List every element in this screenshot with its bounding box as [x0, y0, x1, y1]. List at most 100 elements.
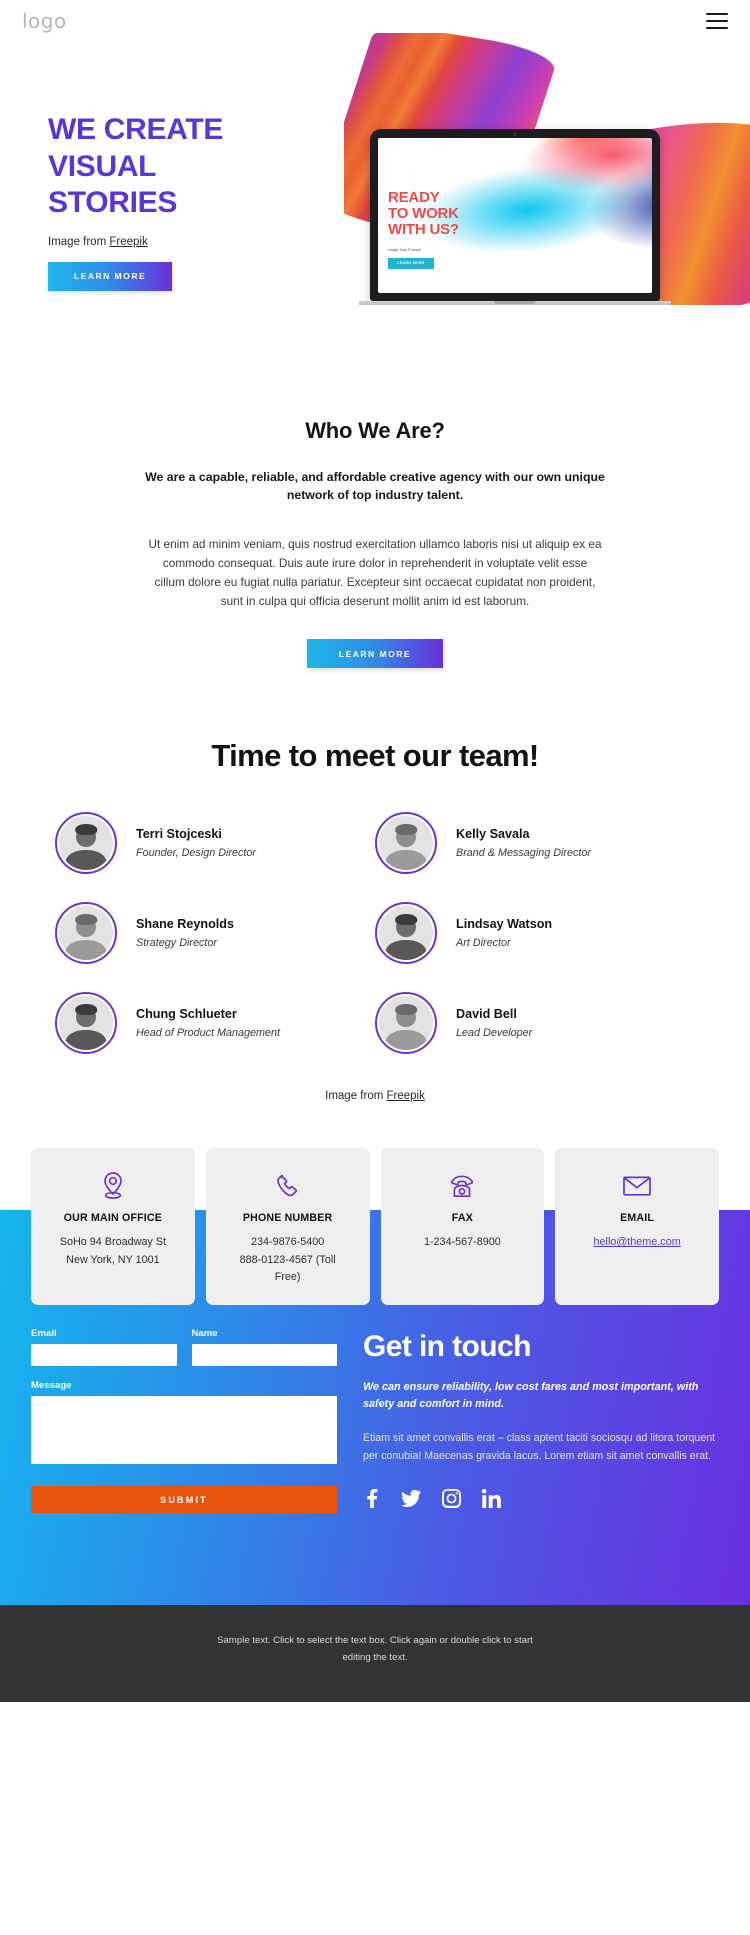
- about-lead-text: We are a capable, reliable, and affordab…: [145, 470, 605, 503]
- get-in-touch-body: Etiam sit amet convallis erat – class ap…: [363, 1431, 716, 1462]
- fax-machine-icon: [389, 1168, 537, 1204]
- team-member[interactable]: Terri Stojceski Founder, Design Director: [55, 812, 375, 875]
- hero-title-line2: VISUAL: [48, 149, 157, 183]
- team-member[interactable]: Lindsay Watson Art Director: [375, 902, 695, 965]
- hero-title-line3: STORIES: [48, 186, 178, 220]
- message-label: Message: [31, 1380, 72, 1392]
- instagram-icon[interactable]: [442, 1489, 461, 1513]
- team-member[interactable]: Kelly Savala Brand & Messaging Director: [375, 812, 695, 875]
- contact-card-title: EMAIL: [620, 1212, 655, 1225]
- envelope-icon: [563, 1168, 711, 1204]
- team-member-role: Strategy Director: [136, 937, 218, 950]
- contact-card-lines: hello@theme.com: [563, 1234, 711, 1251]
- team-member[interactable]: Shane Reynolds Strategy Director: [55, 902, 375, 965]
- contact-cards-wrapper: OUR MAIN OFFICE SoHo 94 Broadway St New …: [0, 1148, 750, 1305]
- about-learn-more-button[interactable]: LEARN MORE: [306, 639, 444, 669]
- burger-line: [706, 26, 728, 29]
- burger-line: [706, 19, 728, 23]
- hero-credit-prefix: Image from: [48, 235, 110, 248]
- screen-copy: READY TO WORK WITH US? Image from Freepi…: [388, 189, 459, 269]
- hero-copy: WE CREATE VISUAL STORIES Image from Free…: [48, 112, 368, 291]
- team-member[interactable]: David Bell Lead Developer: [375, 992, 695, 1055]
- team-member[interactable]: Chung Schlueter Head of Product Manageme…: [55, 992, 375, 1055]
- contact-card-phone: PHONE NUMBER 234-9876-5400 888-0123-4567…: [205, 1148, 370, 1305]
- map-pin-icon: [39, 1168, 187, 1204]
- screen-headline-line2: TO WORK: [388, 205, 459, 223]
- contact-line-2: 888-0123-4567 (Toll: [239, 1253, 336, 1266]
- contact-card-office: OUR MAIN OFFICE SoHo 94 Broadway St New …: [31, 1148, 195, 1305]
- team-heading: Time to meet our team!: [211, 738, 539, 774]
- contact-cards: OUR MAIN OFFICE SoHo 94 Broadway St New …: [31, 1148, 719, 1305]
- team-member-role: Art Director: [456, 937, 511, 950]
- hero-artwork: READY TO WORK WITH US? Image from Freepi…: [344, 33, 750, 305]
- team-member-role: Brand & Messaging Director: [456, 847, 592, 860]
- hero-learn-more-button[interactable]: LEARN MORE: [48, 261, 173, 291]
- avatar: [55, 992, 117, 1055]
- laptop-screen: READY TO WORK WITH US? Image from Freepi…: [378, 138, 652, 293]
- contact-card-fax: FAX 1-234-567-8900: [380, 1148, 545, 1305]
- laptop-lid: READY TO WORK WITH US? Image from Freepi…: [370, 129, 660, 301]
- contact-card-title: PHONE NUMBER: [242, 1212, 333, 1225]
- contact-card-title: OUR MAIN OFFICE: [63, 1212, 163, 1225]
- team-member-role: Lead Developer: [456, 1027, 533, 1040]
- avatar: [55, 902, 117, 965]
- team-section: Time to meet our team! Terri Stojceski F…: [0, 668, 750, 1102]
- team-member-name: David Bell: [456, 1007, 517, 1022]
- contact-card-title: FAX: [451, 1212, 473, 1225]
- screen-headline-line3: WITH US?: [388, 221, 459, 239]
- phone-handset-icon: [214, 1168, 362, 1204]
- twitter-icon[interactable]: [401, 1489, 421, 1512]
- get-in-touch-lead: We can ensure reliability, low cost fare…: [363, 1380, 699, 1410]
- hamburger-menu-icon[interactable]: [706, 13, 728, 29]
- team-image-credit: Image from Freepik: [0, 1090, 750, 1102]
- team-member-name: Lindsay Watson: [456, 917, 553, 932]
- email-label: Email: [31, 1328, 57, 1340]
- name-label: Name: [191, 1328, 218, 1340]
- laptop-mockup: READY TO WORK WITH US? Image from Freepi…: [359, 129, 671, 305]
- team-member-name: Kelly Savala: [456, 827, 530, 842]
- screen-credit: Image from Freepik: [388, 247, 421, 252]
- facebook-icon[interactable]: [363, 1489, 380, 1513]
- team-member-name: Chung Schlueter: [136, 1007, 237, 1022]
- contact-card-email: EMAIL hello@theme.com: [555, 1148, 719, 1305]
- team-grid: Terri Stojceski Founder, Design Director…: [55, 812, 695, 1055]
- team-credit-prefix: Image from: [325, 1090, 387, 1103]
- laptop-camera-icon: [513, 133, 517, 136]
- contact-form: Email Name Message SUBMIT: [31, 1328, 337, 1514]
- team-credit-link[interactable]: Freepik: [387, 1090, 425, 1102]
- email-field[interactable]: [31, 1344, 177, 1367]
- about-body-text: Ut enim ad minim veniam, quis nostrud ex…: [148, 536, 602, 609]
- hero-image-credit: Image from Freepik: [48, 236, 368, 248]
- team-member-name: Terri Stojceski: [136, 827, 222, 842]
- about-section: Who We Are? We are a capable, reliable, …: [0, 330, 750, 669]
- name-field[interactable]: [191, 1344, 337, 1367]
- linkedin-icon[interactable]: [481, 1489, 501, 1513]
- contact-line-3: Free): [274, 1271, 301, 1284]
- laptop-notch: [494, 301, 536, 304]
- team-member-name: Shane Reynolds: [136, 917, 234, 932]
- get-in-touch-heading: Get in touch: [363, 1330, 531, 1364]
- avatar: [375, 992, 437, 1055]
- get-in-touch-copy: Get in touch We can ensure reliability, …: [363, 1328, 719, 1513]
- contact-line-1: SoHo 94 Broadway St: [59, 1236, 166, 1249]
- hero-title-line1: WE CREATE: [48, 113, 224, 146]
- contact-card-lines: 1-234-567-8900: [389, 1234, 537, 1251]
- logo[interactable]: logo: [22, 9, 67, 33]
- contact-card-lines: 234-9876-5400 888-0123-4567 (Toll Free): [214, 1234, 362, 1286]
- hero-credit-link[interactable]: Freepik: [109, 236, 147, 248]
- contact-line-2: New York, NY 1001: [66, 1253, 160, 1266]
- screen-cta-button: LEARN MORE: [388, 257, 434, 269]
- contact-card-lines: SoHo 94 Broadway St New York, NY 1001: [39, 1234, 187, 1269]
- about-heading: Who We Are?: [305, 418, 445, 443]
- message-field[interactable]: [31, 1396, 337, 1465]
- team-member-role: Founder, Design Director: [136, 847, 257, 860]
- contact-email-link[interactable]: hello@theme.com: [594, 1236, 681, 1248]
- laptop-base: [359, 301, 671, 305]
- team-member-role: Head of Product Management: [136, 1027, 281, 1040]
- contact-line-1: 1-234-567-8900: [423, 1236, 501, 1249]
- avatar: [55, 812, 117, 875]
- burger-line: [706, 13, 728, 16]
- submit-button[interactable]: SUBMIT: [31, 1486, 337, 1514]
- footer-text: Sample text. Click to select the text bo…: [217, 1635, 533, 1663]
- social-links: [363, 1489, 719, 1513]
